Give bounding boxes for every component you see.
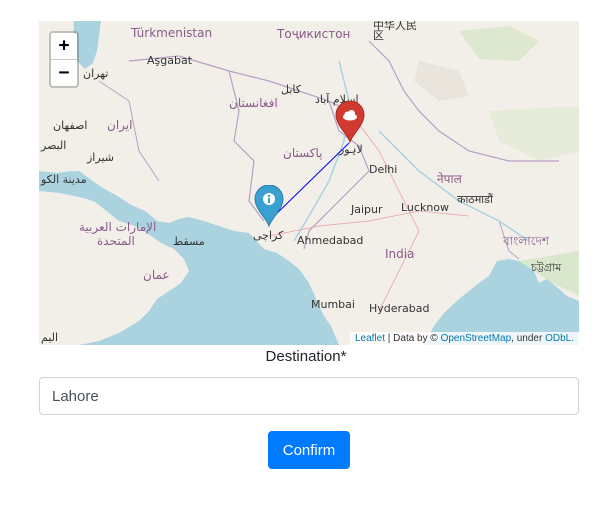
map-label: Тоҷикистон bbox=[277, 27, 351, 41]
map-label: شیراز bbox=[87, 151, 114, 164]
map-label: تهران bbox=[83, 67, 109, 80]
info-icon bbox=[263, 193, 275, 205]
map-label: Jaipur bbox=[351, 203, 383, 216]
destination-input[interactable] bbox=[39, 377, 579, 415]
map-label: ایران bbox=[107, 118, 133, 132]
map-label: المتحدة bbox=[97, 234, 135, 248]
map-tiles bbox=[39, 21, 579, 345]
map-label: عمان bbox=[143, 268, 170, 282]
map-label: বাংলাদেশ bbox=[503, 234, 549, 248]
map-label: Mumbai bbox=[311, 298, 355, 311]
attribution-text: | Data by © bbox=[387, 333, 438, 344]
confirm-button[interactable]: Confirm bbox=[268, 431, 350, 469]
map-label: Lucknow bbox=[401, 201, 450, 214]
map-label: India bbox=[385, 247, 415, 261]
map-label: افغانستان bbox=[229, 96, 278, 110]
map-label: کراچی bbox=[253, 229, 284, 242]
map-attribution: Leaflet | Data by © OpenStreetMap, under… bbox=[349, 332, 579, 345]
map-label: اصفهان bbox=[53, 119, 88, 132]
zoom-control: + − bbox=[49, 31, 79, 88]
map-label: Delhi bbox=[369, 163, 398, 176]
zoom-in-button[interactable]: + bbox=[51, 33, 77, 59]
odbl-link[interactable]: ODbL. bbox=[545, 333, 574, 344]
origin-marker[interactable] bbox=[254, 185, 284, 227]
attribution-text: , under bbox=[511, 333, 543, 344]
map-label: काठमाडौं bbox=[457, 193, 493, 206]
map-label: کابل bbox=[281, 83, 301, 96]
map-label: नेपाल bbox=[437, 172, 462, 186]
map-label: البصر bbox=[41, 139, 67, 152]
map-label: الإمارات العربية bbox=[79, 220, 157, 234]
map-label: پاکستان bbox=[283, 146, 323, 160]
map-label: اليم bbox=[41, 331, 59, 344]
map-label: চট্টগ্রাম bbox=[531, 261, 562, 274]
openstreetmap-link[interactable]: OpenStreetMap bbox=[441, 333, 512, 344]
map-label: Aşgabat bbox=[147, 54, 193, 67]
map-label: مدينة الكو bbox=[41, 173, 87, 186]
zoom-out-button[interactable]: − bbox=[51, 59, 77, 86]
map-label: Türkmenistan bbox=[131, 26, 213, 40]
map-container[interactable]: Türkmenistan Тоҷикистон Aşgabat تهران کا… bbox=[39, 21, 579, 345]
map-label: لاہور bbox=[339, 143, 363, 156]
destination-label: Destination* bbox=[265, 348, 347, 365]
map-label: Ahmedabad bbox=[297, 234, 364, 247]
map-label: 区 bbox=[373, 29, 384, 42]
map-label: Hyderabad bbox=[369, 302, 430, 315]
map-label: مسقط bbox=[173, 235, 205, 248]
destination-marker[interactable] bbox=[335, 101, 365, 143]
leaflet-link[interactable]: Leaflet bbox=[355, 333, 385, 344]
